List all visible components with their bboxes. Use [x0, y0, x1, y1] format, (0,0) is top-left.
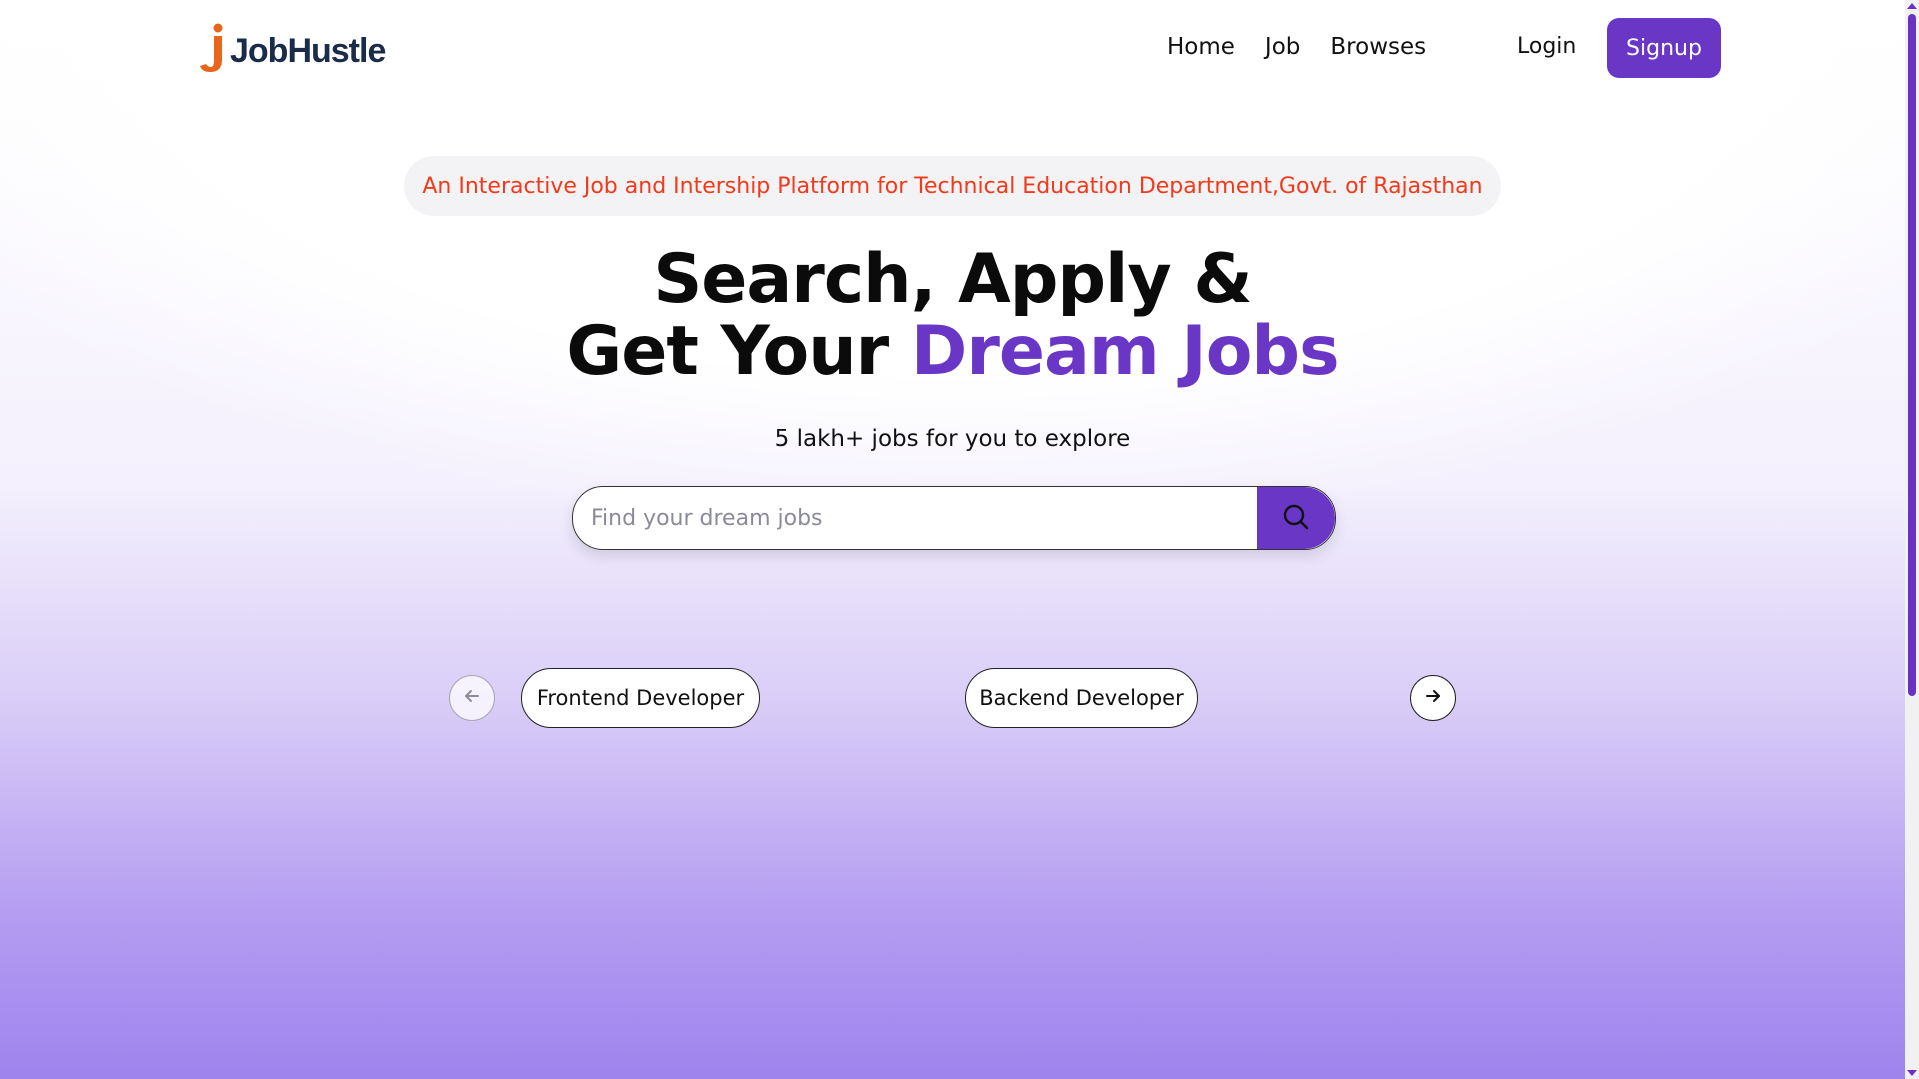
- logo-j-icon: [198, 22, 228, 74]
- search-input[interactable]: [573, 487, 1257, 549]
- carousel-prev-button[interactable]: [449, 675, 495, 721]
- search-button[interactable]: [1257, 487, 1335, 549]
- scroll-down-icon[interactable]: [1907, 1070, 1917, 1076]
- tagline-text: An Interactive Job and Intership Platfor…: [422, 173, 1483, 199]
- brand-name: JobHustle: [230, 31, 386, 70]
- headline-accent: Dream Jobs: [910, 312, 1340, 391]
- navbar: JobHustle Home Job Browses Login Signup: [0, 0, 1905, 100]
- nav-home-link[interactable]: Home: [1167, 34, 1235, 60]
- arrow-left-icon: [462, 686, 482, 711]
- nav-browses-link[interactable]: Browses: [1330, 34, 1426, 60]
- signup-button[interactable]: Signup: [1607, 18, 1721, 78]
- headline-line-1: Search, Apply &: [653, 240, 1252, 319]
- login-button[interactable]: Login: [1517, 34, 1576, 59]
- page-scrollbar[interactable]: [1905, 0, 1919, 1079]
- search-bar: [572, 486, 1336, 550]
- headline-line-2-prefix: Get Your: [566, 312, 911, 391]
- arrow-right-icon: [1423, 686, 1443, 711]
- page-headline: Search, Apply & Get Your Dream Jobs: [0, 244, 1905, 388]
- scrollbar-thumb[interactable]: [1908, 14, 1916, 696]
- scroll-up-icon[interactable]: [1907, 3, 1917, 9]
- tagline-pill: An Interactive Job and Intership Platfor…: [404, 156, 1501, 216]
- brand-logo[interactable]: JobHustle: [198, 22, 386, 74]
- search-icon: [1282, 503, 1310, 534]
- main-nav: Home Job Browses: [1167, 34, 1426, 60]
- category-chip-backend[interactable]: Backend Developer: [965, 668, 1198, 728]
- nav-job-link[interactable]: Job: [1265, 34, 1300, 60]
- category-chip-frontend[interactable]: Frontend Developer: [521, 668, 760, 728]
- carousel-next-button[interactable]: [1410, 675, 1456, 721]
- hero-subline: 5 lakh+ jobs for you to explore: [774, 426, 1131, 452]
